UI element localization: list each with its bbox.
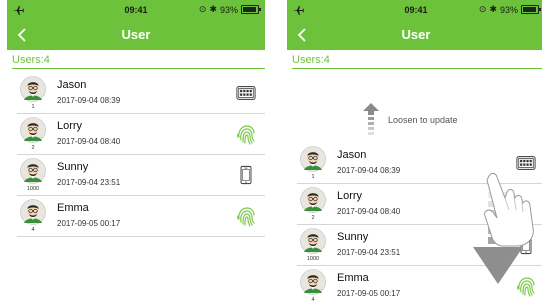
user-date: 2017-09-04 23:51	[57, 178, 121, 187]
user-list: 1 Jason 2017-09-04 08:39 2 Lorry 2017-09-04 0…	[7, 73, 265, 237]
user-id: 1000	[26, 186, 40, 192]
fingerprint-icon	[235, 205, 257, 227]
avatar	[20, 199, 46, 225]
navigation-bar: User	[7, 20, 265, 50]
users-count-label: Users:4	[292, 54, 330, 66]
user-id: 1000	[306, 256, 320, 262]
avatar	[300, 146, 326, 172]
user-row[interactable]: 1000 Sunny 2017-09-04 23:51	[17, 155, 265, 196]
user-row[interactable]: 1 Jason 2017-09-04 08:39	[297, 143, 542, 184]
user-date: 2017-09-04 23:51	[337, 248, 401, 257]
user-row[interactable]: 4 Emma 2017-09-05 00:17	[17, 196, 265, 237]
phone-icon	[235, 164, 257, 186]
users-divider	[292, 68, 542, 69]
user-id: 4	[311, 297, 315, 303]
user-row[interactable]: 1000 Sunny 2017-09-04 23:51	[297, 225, 542, 266]
pull-hint-text: Loosen to update	[388, 115, 458, 125]
user-name: Sunny	[57, 161, 89, 173]
avatar	[300, 187, 326, 213]
user-date: 2017-09-04 08:39	[57, 96, 121, 105]
phone-icon	[515, 234, 537, 256]
battery-percent: 93%	[219, 4, 238, 15]
user-date: 2017-09-04 08:40	[337, 207, 401, 216]
fingerprint-icon	[515, 275, 537, 297]
user-name: Lorry	[57, 120, 83, 132]
bluetooth-icon: ✱	[489, 4, 497, 14]
users-divider	[12, 68, 265, 69]
avatar	[20, 117, 46, 143]
user-id: 2	[311, 215, 315, 221]
avatar	[300, 228, 326, 254]
avatar	[20, 158, 46, 184]
user-id: 2	[31, 145, 35, 151]
user-row[interactable]: 2 Lorry 2017-09-04 08:40	[297, 184, 542, 225]
bluetooth-icon: ✱	[209, 4, 217, 14]
user-date: 2017-09-05 00:17	[337, 289, 401, 298]
user-date: 2017-09-05 00:17	[57, 219, 121, 228]
status-bar: 09:41 ⊙ ✱ 93%	[287, 0, 542, 20]
status-bar: 09:41 ⊙ ✱ 93%	[7, 0, 265, 20]
user-row[interactable]: 2 Lorry 2017-09-04 08:40	[17, 114, 265, 155]
page-title: User	[121, 27, 151, 42]
keypad-icon	[515, 152, 537, 174]
keypad-icon	[235, 82, 257, 104]
page-title: User	[401, 27, 431, 42]
user-row[interactable]: 4 Emma 2017-09-05 00:17	[297, 266, 542, 304]
phone-screen-left: 09:41 ⊙ ✱ 93% User Users:4 1 Jason 2017-09…	[7, 0, 265, 304]
battery-icon	[521, 5, 541, 14]
avatar	[300, 269, 326, 295]
pull-to-refresh-hint: Loosen to update	[287, 103, 542, 135]
user-name: Lorry	[337, 190, 363, 202]
battery-icon	[241, 5, 261, 14]
user-name: Sunny	[337, 231, 369, 243]
user-date: 2017-09-04 08:40	[57, 137, 121, 146]
user-name: Emma	[337, 272, 369, 284]
alarm-icon: ⊙	[198, 4, 207, 14]
up-arrow-icon	[363, 103, 379, 135]
fingerprint-icon	[235, 123, 257, 145]
avatar	[20, 76, 46, 102]
navigation-bar: User	[287, 20, 542, 50]
users-count-label: Users:4	[12, 54, 50, 66]
user-name: Emma	[57, 202, 89, 214]
user-id: 1	[311, 174, 315, 180]
user-name: Jason	[337, 149, 367, 161]
user-list: 1 Jason 2017-09-04 08:39 2 Lorry 2017-09-04 0…	[287, 143, 542, 304]
user-id: 1	[31, 104, 35, 110]
battery-percent: 93%	[499, 4, 518, 15]
phone-screen-right: 09:41 ⊙ ✱ 93% User Users:4 Loosen to upd…	[287, 0, 542, 304]
user-id: 4	[31, 227, 35, 233]
user-date: 2017-09-04 08:39	[337, 166, 401, 175]
user-row[interactable]: 1 Jason 2017-09-04 08:39	[17, 73, 265, 114]
user-name: Jason	[57, 79, 87, 91]
alarm-icon: ⊙	[478, 4, 487, 14]
